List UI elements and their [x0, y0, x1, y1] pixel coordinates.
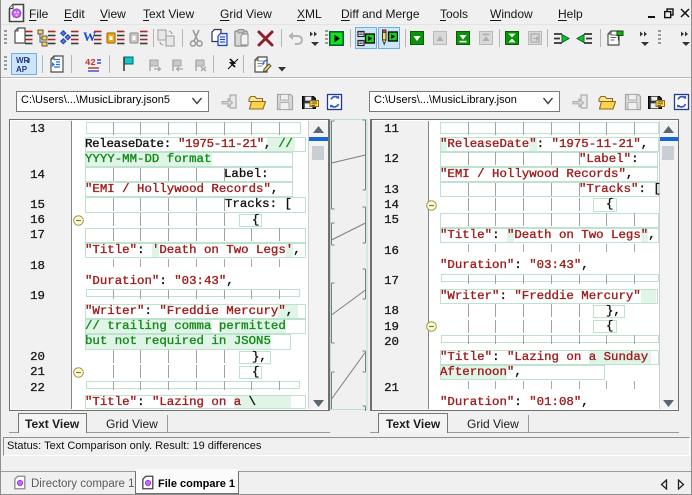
- svg-text:42: 42: [85, 58, 96, 68]
- svg-text:AP: AP: [16, 65, 28, 74]
- svg-text:WR: WR: [16, 56, 30, 65]
